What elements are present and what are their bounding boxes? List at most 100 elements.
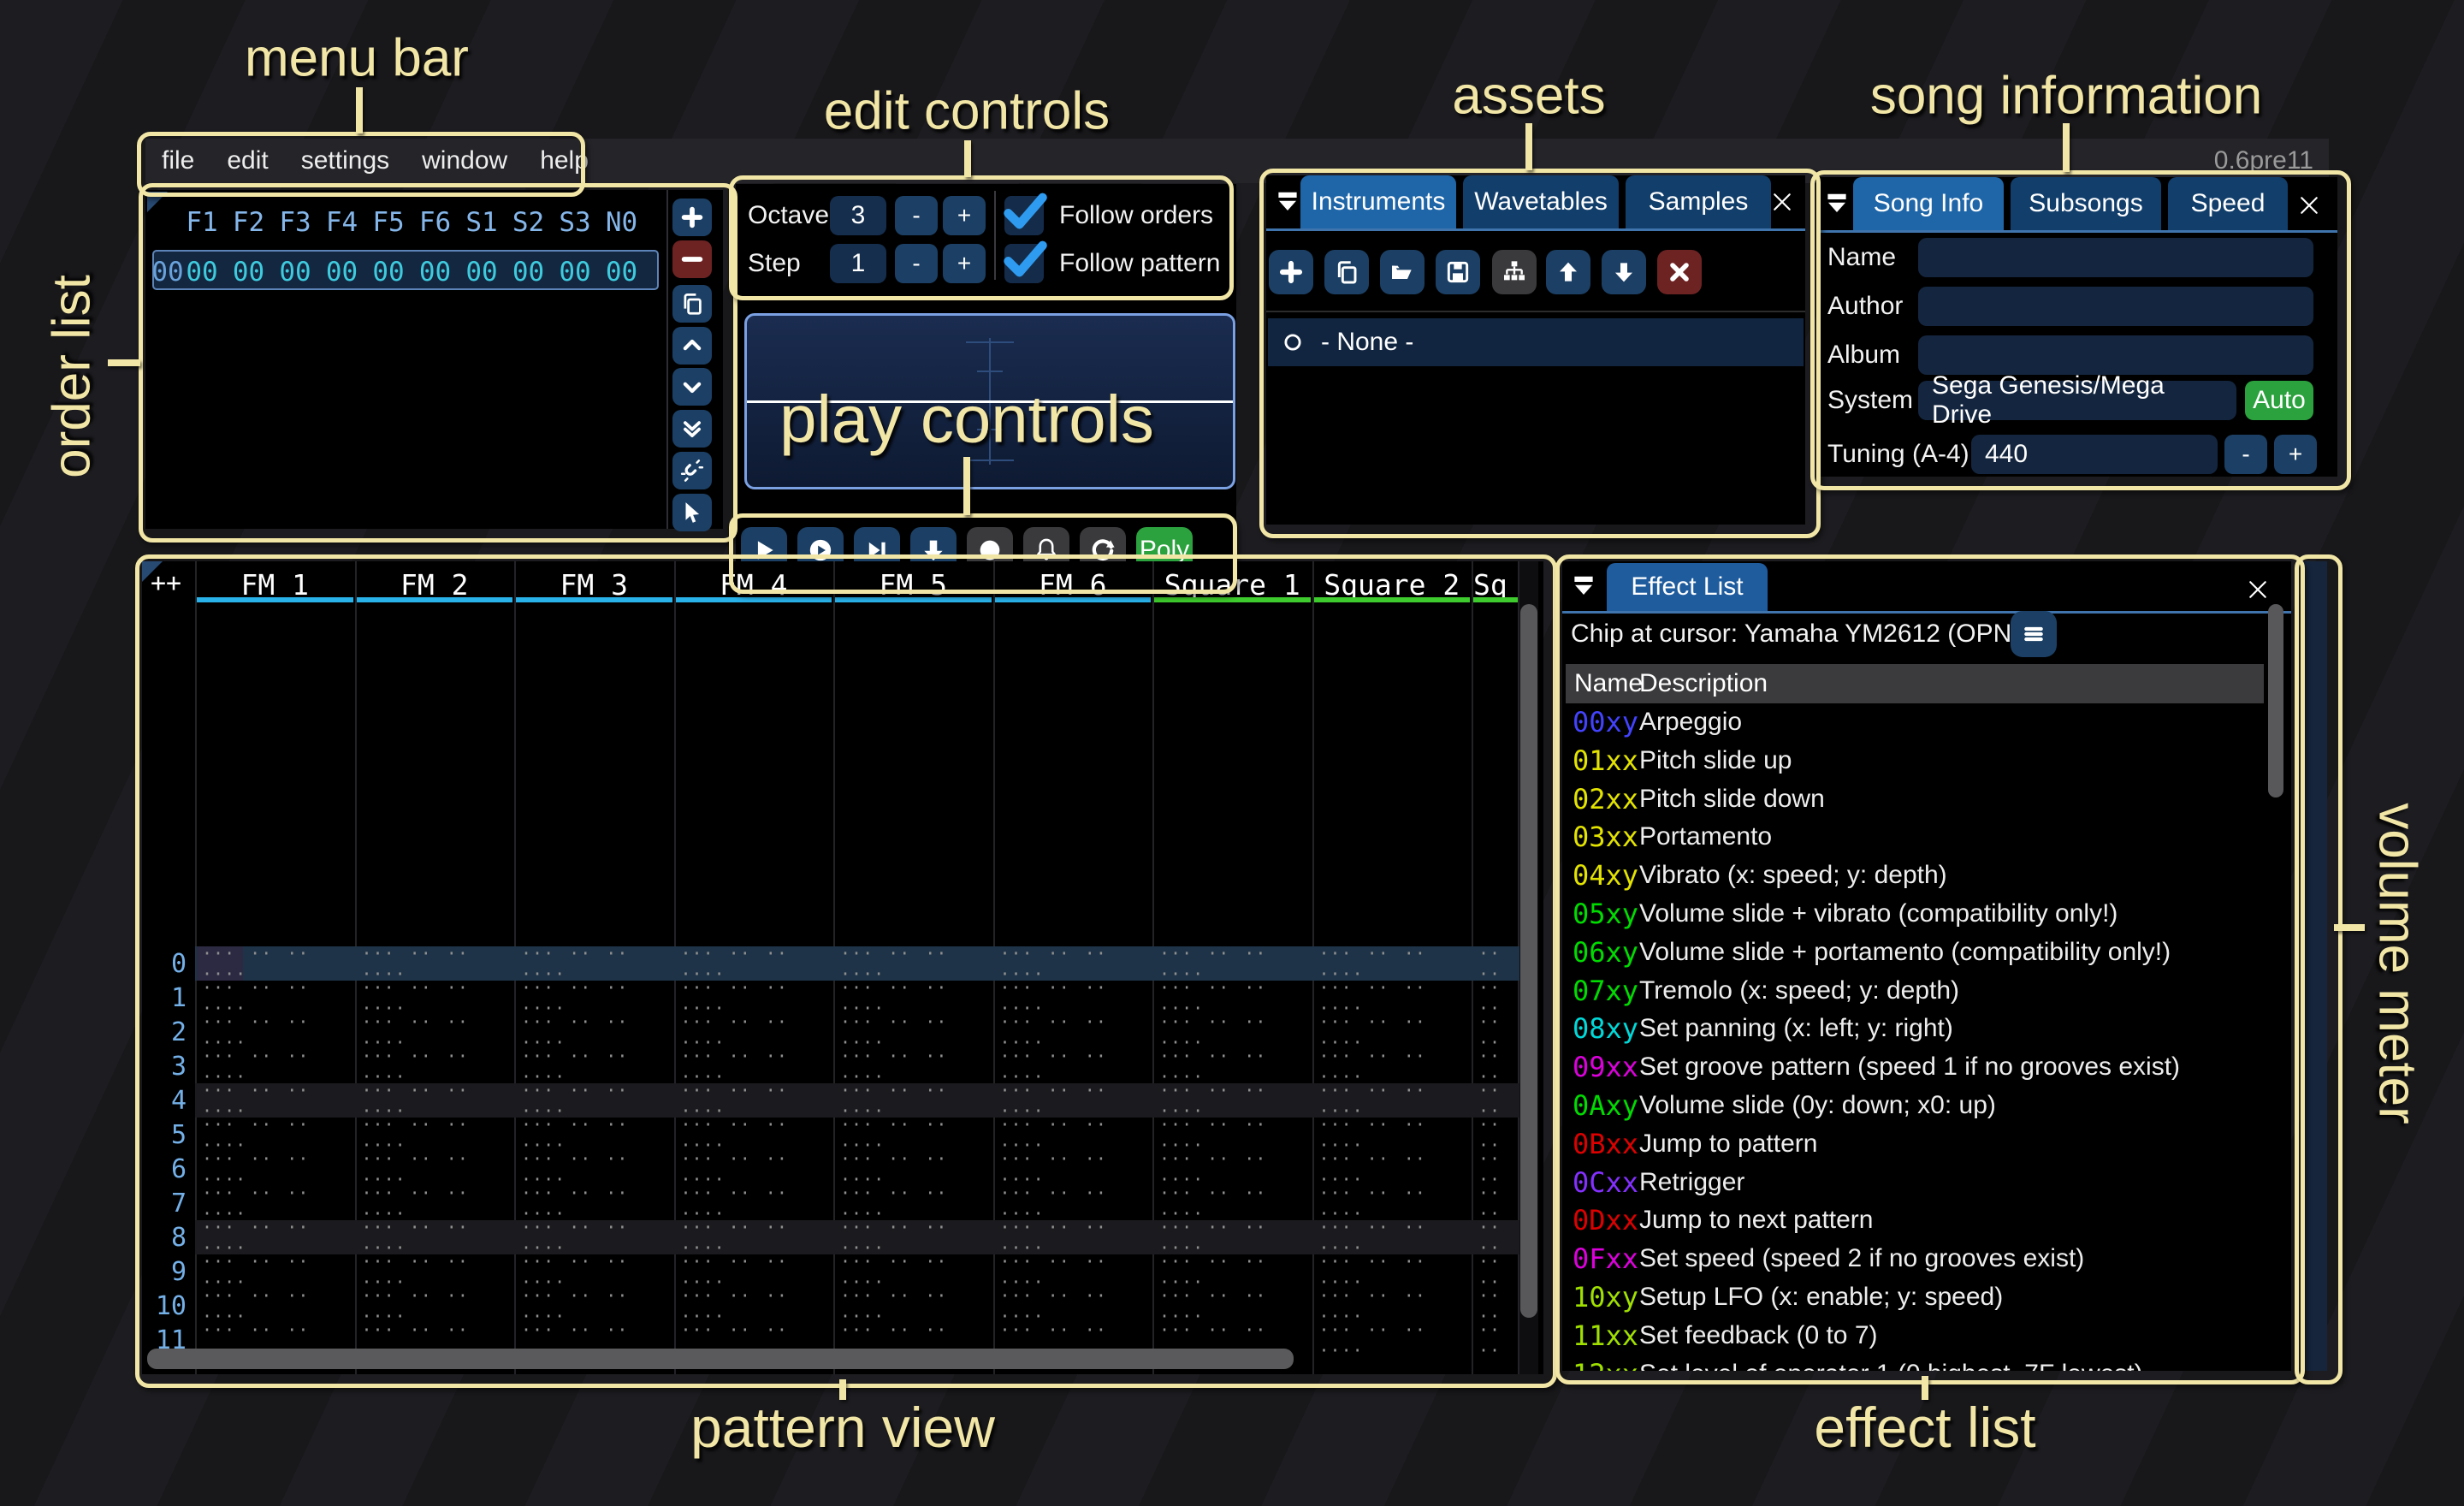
- order-cell[interactable]: 00: [225, 257, 273, 288]
- step-value[interactable]: 1: [830, 244, 886, 283]
- pattern-cell[interactable]: ··· ·· ·· ····: [1000, 946, 1147, 981]
- pattern-cell[interactable]: ··· ·· ·· ····: [1478, 946, 1518, 981]
- pattern-cell[interactable]: ··· ·· ·· ····: [202, 1289, 349, 1323]
- pattern-cell[interactable]: ··· ·· ·· ····: [681, 1289, 828, 1323]
- pattern-cell[interactable]: ··· ·· ·· ····: [1478, 1015, 1518, 1049]
- pattern-cell[interactable]: ··· ·· ·· ····: [362, 1220, 509, 1254]
- pattern-cell[interactable]: ··· ·· ·· ····: [202, 1049, 349, 1083]
- effect-row[interactable]: 00xyArpeggio: [1566, 703, 2264, 741]
- pattern-cell[interactable]: ··· ·· ·· ····: [681, 1220, 828, 1254]
- pattern-cell[interactable]: ··· ·· ·· ····: [840, 981, 987, 1015]
- menu-item-window[interactable]: window: [406, 146, 524, 175]
- effect-list-menu-button[interactable]: [2011, 611, 2057, 657]
- pattern-cell[interactable]: ··· ·· ·· ····: [1478, 1186, 1518, 1220]
- pattern-cell[interactable]: ··· ·· ·· ····: [1319, 1049, 1466, 1083]
- pattern-cell[interactable]: ··· ·· ·· ····: [362, 1289, 509, 1323]
- pattern-cell[interactable]: ··· ·· ·· ····: [1000, 1049, 1147, 1083]
- pattern-cell[interactable]: ··· ·· ·· ····: [1319, 1152, 1466, 1186]
- effect-row[interactable]: 05xyVolume slide + vibrato (compatibilit…: [1566, 895, 2264, 933]
- pattern-cell[interactable]: ··· ·· ·· ····: [1159, 1152, 1306, 1186]
- pattern-cell[interactable]: ··· ·· ·· ····: [840, 1220, 987, 1254]
- auto-button[interactable]: Auto: [2245, 381, 2313, 420]
- pattern-cell[interactable]: ··· ·· ·· ····: [521, 981, 668, 1015]
- pattern-cell[interactable]: ··· ·· ·· ····: [521, 1220, 668, 1254]
- pattern-cell[interactable]: ··· ·· ·· ····: [521, 1186, 668, 1220]
- pattern-cell[interactable]: ··· ·· ·· ····: [202, 981, 349, 1015]
- pattern-cell[interactable]: ··· ·· ·· ····: [202, 1118, 349, 1152]
- pattern-cell[interactable]: ··· ·· ·· ····: [362, 981, 509, 1015]
- pattern-cell[interactable]: ··· ·· ·· ····: [1478, 1152, 1518, 1186]
- pattern-cell[interactable]: ··· ·· ·· ····: [681, 1015, 828, 1049]
- pattern-cell[interactable]: ··· ·· ·· ····: [681, 1118, 828, 1152]
- pattern-cell[interactable]: ··· ·· ·· ····: [202, 1186, 349, 1220]
- octave-minus-button[interactable]: -: [895, 196, 938, 235]
- assets-arrow-up-button[interactable]: [1546, 250, 1590, 294]
- assets-copy-button[interactable]: [1324, 250, 1369, 294]
- pattern-cell[interactable]: ··· ·· ·· ····: [202, 946, 349, 981]
- pattern-cell[interactable]: ··· ·· ·· ····: [1000, 1015, 1147, 1049]
- pattern-cell[interactable]: ··· ·· ·· ····: [1478, 1254, 1518, 1289]
- pattern-cell[interactable]: ··· ·· ·· ····: [1000, 1220, 1147, 1254]
- pattern-cell[interactable]: ··· ·· ·· ····: [1319, 1254, 1466, 1289]
- pattern-cell[interactable]: ··· ·· ·· ····: [1000, 1186, 1147, 1220]
- collapse-icon[interactable]: [1571, 573, 1596, 599]
- pattern-cell[interactable]: ··· ·· ·· ····: [362, 1015, 509, 1049]
- pattern-cell[interactable]: ··· ·· ·· ····: [1159, 981, 1306, 1015]
- pattern-cell[interactable]: ··· ·· ·· ····: [1478, 1083, 1518, 1118]
- order-cell[interactable]: 00: [178, 257, 226, 288]
- pattern-cell[interactable]: ··· ·· ·· ····: [1000, 1152, 1147, 1186]
- pattern-cell[interactable]: ··· ·· ·· ····: [681, 1152, 828, 1186]
- pattern-cell[interactable]: ··· ·· ·· ····: [681, 1083, 828, 1118]
- close-icon[interactable]: [1769, 189, 1795, 215]
- order-plus-button[interactable]: [672, 199, 712, 236]
- close-icon[interactable]: [2245, 577, 2271, 602]
- effect-row[interactable]: 02xxPitch slide down: [1566, 780, 2264, 818]
- effect-row[interactable]: 0FxxSet speed (speed 2 if no grooves exi…: [1566, 1240, 2264, 1278]
- pattern-cell[interactable]: ··· ·· ·· ····: [521, 1289, 668, 1323]
- pattern-cell[interactable]: ··· ·· ·· ····: [362, 1083, 509, 1118]
- pattern-cell[interactable]: ··· ·· ·· ····: [1319, 1220, 1466, 1254]
- pattern-cell[interactable]: ··· ·· ·· ····: [840, 1118, 987, 1152]
- order-chevrons-down-button[interactable]: [672, 410, 712, 448]
- order-cell[interactable]: 00: [271, 257, 319, 288]
- pattern-cell[interactable]: ··· ·· ·· ····: [1159, 1254, 1306, 1289]
- pattern-cell[interactable]: ··· ·· ·· ····: [1159, 1186, 1306, 1220]
- pattern-cell[interactable]: ··· ·· ·· ····: [840, 1049, 987, 1083]
- pattern-cell[interactable]: ··· ·· ·· ····: [1319, 981, 1466, 1015]
- pattern-cell[interactable]: ··· ·· ·· ····: [840, 1186, 987, 1220]
- tab-instruments[interactable]: Instruments: [1300, 175, 1456, 228]
- order-chevron-up-button[interactable]: [672, 327, 712, 365]
- effect-row[interactable]: 11xxSet feedback (0 to 7): [1566, 1317, 2264, 1355]
- pattern-cell[interactable]: ··· ·· ·· ····: [1319, 1015, 1466, 1049]
- tuning-field[interactable]: 440: [1971, 435, 2218, 474]
- collapse-icon[interactable]: [1275, 189, 1300, 215]
- octave-value[interactable]: 3: [830, 196, 886, 235]
- pattern-cell[interactable]: ··· ·· ·· ····: [840, 1015, 987, 1049]
- assets-folder-open-button[interactable]: [1380, 250, 1424, 294]
- pattern-cell[interactable]: ··· ·· ·· ····: [1159, 946, 1306, 981]
- assets-tree-button[interactable]: [1492, 250, 1537, 294]
- pattern-cell[interactable]: ··· ·· ·· ····: [1159, 1015, 1306, 1049]
- pattern-corner-button[interactable]: ++: [151, 568, 181, 598]
- order-cell[interactable]: 00: [318, 257, 366, 288]
- pattern-cell[interactable]: ··· ·· ·· ····: [1319, 1323, 1466, 1357]
- menu-item-help[interactable]: help: [524, 146, 605, 175]
- pattern-cell[interactable]: ··· ·· ·· ····: [362, 1254, 509, 1289]
- pattern-hscrollbar-thumb[interactable]: [147, 1349, 1294, 1369]
- menu-item-edit[interactable]: edit: [210, 146, 284, 175]
- pattern-cell[interactable]: ··· ·· ·· ····: [1159, 1083, 1306, 1118]
- pattern-cell[interactable]: ··· ·· ·· ····: [681, 1049, 828, 1083]
- pattern-cell[interactable]: ··· ·· ·· ····: [202, 1220, 349, 1254]
- tab-samples[interactable]: Samples: [1626, 175, 1771, 228]
- effect-row[interactable]: 0AxyVolume slide (0y: down; x0: up): [1566, 1087, 2264, 1124]
- effect-row[interactable]: 12xxSet level of operator 1 (0 highest, …: [1566, 1355, 2264, 1371]
- pattern-cell[interactable]: ··· ·· ·· ····: [1159, 1289, 1306, 1323]
- collapse-icon[interactable]: [1824, 191, 1850, 216]
- assets-arrow-down-button[interactable]: [1602, 250, 1646, 294]
- effect-row[interactable]: 03xxPortamento: [1566, 818, 2264, 856]
- name-field[interactable]: [1918, 238, 2313, 277]
- pattern-cell[interactable]: ··· ·· ·· ····: [840, 1152, 987, 1186]
- pattern-cell[interactable]: ··· ·· ·· ····: [1478, 1323, 1518, 1357]
- pattern-cell[interactable]: ··· ·· ·· ····: [521, 946, 668, 981]
- order-cell[interactable]: 00: [505, 257, 553, 288]
